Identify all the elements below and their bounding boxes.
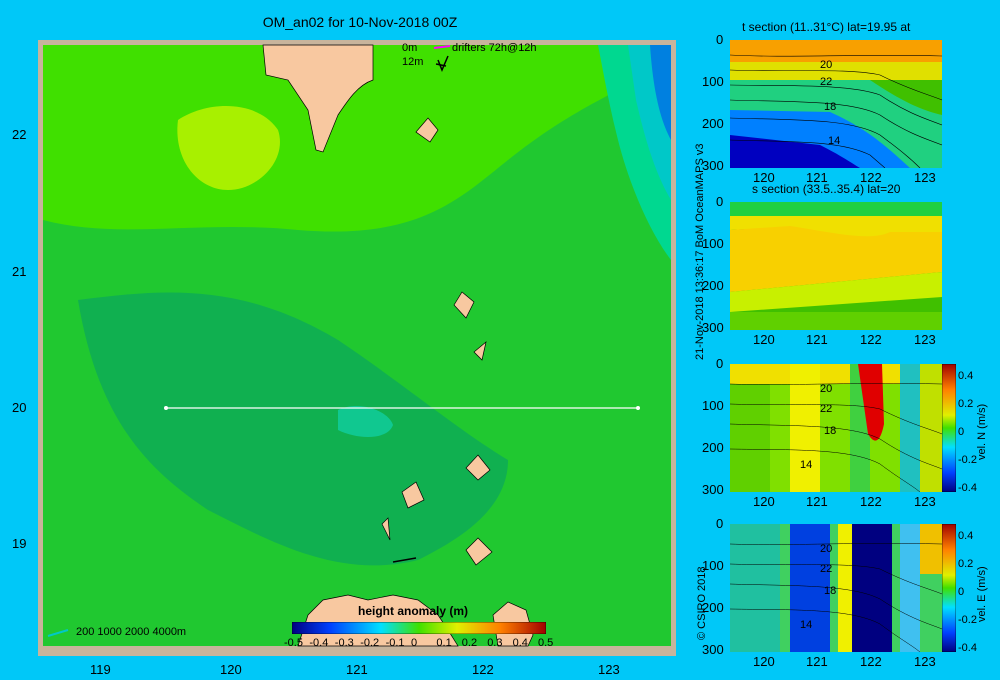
vn-contour-18: 18 (824, 425, 836, 437)
section-depth-tick: 300 (702, 642, 724, 657)
velocity-tick: 0.2 (958, 558, 974, 570)
section-lon-tick: 122 (860, 332, 882, 347)
colorbar-tick: 0.3 (487, 637, 503, 649)
t-contour-14: 14 (828, 135, 840, 147)
section-lon-tick: 123 (914, 654, 936, 669)
section-start (164, 406, 168, 410)
vn-colorbar (942, 364, 956, 492)
vn-label: vel. N (m/s) (976, 403, 988, 460)
t-contour-20: 20 (820, 59, 832, 71)
lat-tick-20: 20 (12, 400, 27, 415)
velocity-tick: 0.4 (958, 530, 974, 542)
colorbar-tick: -0.5 (284, 637, 303, 649)
main-map (38, 40, 676, 656)
vn-contour-22: 22 (820, 403, 832, 415)
velocity-tick: 0 (958, 426, 965, 438)
ve-contour-14: 14 (800, 619, 812, 631)
section-lon-tick: 120 (753, 494, 775, 509)
map-title: OM_an02 for 10-Nov-2018 00Z (262, 14, 458, 30)
ve-contour-18: 18 (824, 585, 836, 597)
section-lon-tick: 120 (753, 170, 775, 185)
velocity-tick: -0.4 (958, 482, 977, 494)
colorbar-tick: 0.5 (538, 637, 554, 649)
colorbar-tick: 0 (411, 637, 418, 649)
depth-bottom-label: 12m (402, 56, 424, 68)
t-contour-22: 22 (820, 76, 832, 88)
section-depth-tick: 100 (702, 74, 724, 89)
colorbar-tick: 0.2 (461, 637, 478, 649)
velocity-tick: 0 (958, 586, 965, 598)
velocity-tick: 0.4 (958, 370, 974, 382)
credit-line-1: 21-Nov-2018 13:36:17 BoM OceanMAPS v3 (694, 143, 706, 360)
lat-tick-22: 22 (12, 127, 27, 142)
section-depth-tick: 200 (702, 440, 724, 455)
lat-tick-21: 21 (12, 264, 27, 279)
lon-tick-120: 120 (220, 662, 242, 677)
lat-tick-19: 19 (12, 536, 27, 551)
ve-label: vel. E (m/s) (976, 566, 988, 622)
section-depth-tick: 0 (716, 356, 724, 371)
vn-section-panel: 20 22 18 14 (730, 364, 942, 492)
drifters-label: drifters 72h@12h (452, 42, 537, 54)
lon-tick-123: 123 (598, 662, 620, 677)
lon-tick-119: 119 (90, 662, 111, 677)
section-lon-tick: 122 (860, 654, 882, 669)
lon-tick-122: 122 (472, 662, 494, 677)
velocity-tick: -0.2 (958, 614, 977, 626)
section-depth-tick: 0 (716, 32, 724, 47)
colorbar-ticks: -0.5 -0.4 -0.3 -0.2 -0.1 0 0.1 0.2 0.3 0.4 0.5 (284, 637, 556, 651)
colorbar-tick: 0.1 (436, 637, 452, 649)
section-lon-tick: 122 (860, 494, 882, 509)
section-depth-tick: 0 (716, 516, 724, 531)
section-depth-tick: 0 (716, 194, 724, 209)
credit-line-2: © CSIRO 2018 (696, 566, 708, 640)
section-depth-tick: 100 (702, 398, 724, 413)
colorbar-tick: -0.4 (309, 637, 329, 649)
section-depth-tick: 300 (702, 482, 724, 497)
ve-contour-22: 22 (820, 563, 832, 575)
section-lon-tick: 121 (806, 170, 828, 185)
ve-section-panel: 20 22 18 14 (730, 524, 942, 652)
vn-contour-14: 14 (800, 459, 812, 471)
s-section-panel (730, 202, 942, 330)
section-lon-tick: 123 (914, 494, 936, 509)
height-colorbar (292, 622, 546, 634)
depth-scale-label: 200 1000 2000 4000m (76, 626, 187, 638)
section-depth-tick: 200 (702, 116, 724, 131)
velocity-tick: -0.4 (958, 642, 977, 654)
colorbar-tick: -0.3 (334, 637, 354, 649)
section-lon-tick: 120 (753, 332, 775, 347)
depth-top-label: 0m (402, 42, 418, 54)
section-lon-tick: 121 (806, 332, 828, 347)
colorbar-tick: -0.2 (360, 637, 380, 649)
t-section-panel: 20 22 18 14 (730, 40, 942, 168)
vn-contour-20: 20 (820, 383, 832, 395)
colorbar-title: height anomaly (m) (358, 604, 469, 618)
t-section-title: t section (11..31°C) lat=19.95 at (742, 20, 911, 34)
colorbar-tick: 0.4 (512, 637, 528, 649)
section-lon-tick: 122 (860, 170, 882, 185)
section-lon-tick: 120 (753, 654, 775, 669)
lon-tick-121: 121 (346, 662, 368, 677)
velocity-tick: -0.2 (958, 454, 977, 466)
velocity-tick: 0.2 (958, 398, 974, 410)
ve-colorbar (942, 524, 956, 652)
colorbar-tick: -0.1 (385, 637, 405, 649)
section-lon-tick: 123 (914, 332, 936, 347)
t-contour-18: 18 (824, 101, 836, 113)
section-lon-tick: 123 (914, 170, 936, 185)
section-end (636, 406, 640, 410)
section-lon-tick: 121 (806, 654, 828, 669)
ve-contour-20: 20 (820, 543, 832, 555)
section-lon-tick: 121 (806, 494, 828, 509)
